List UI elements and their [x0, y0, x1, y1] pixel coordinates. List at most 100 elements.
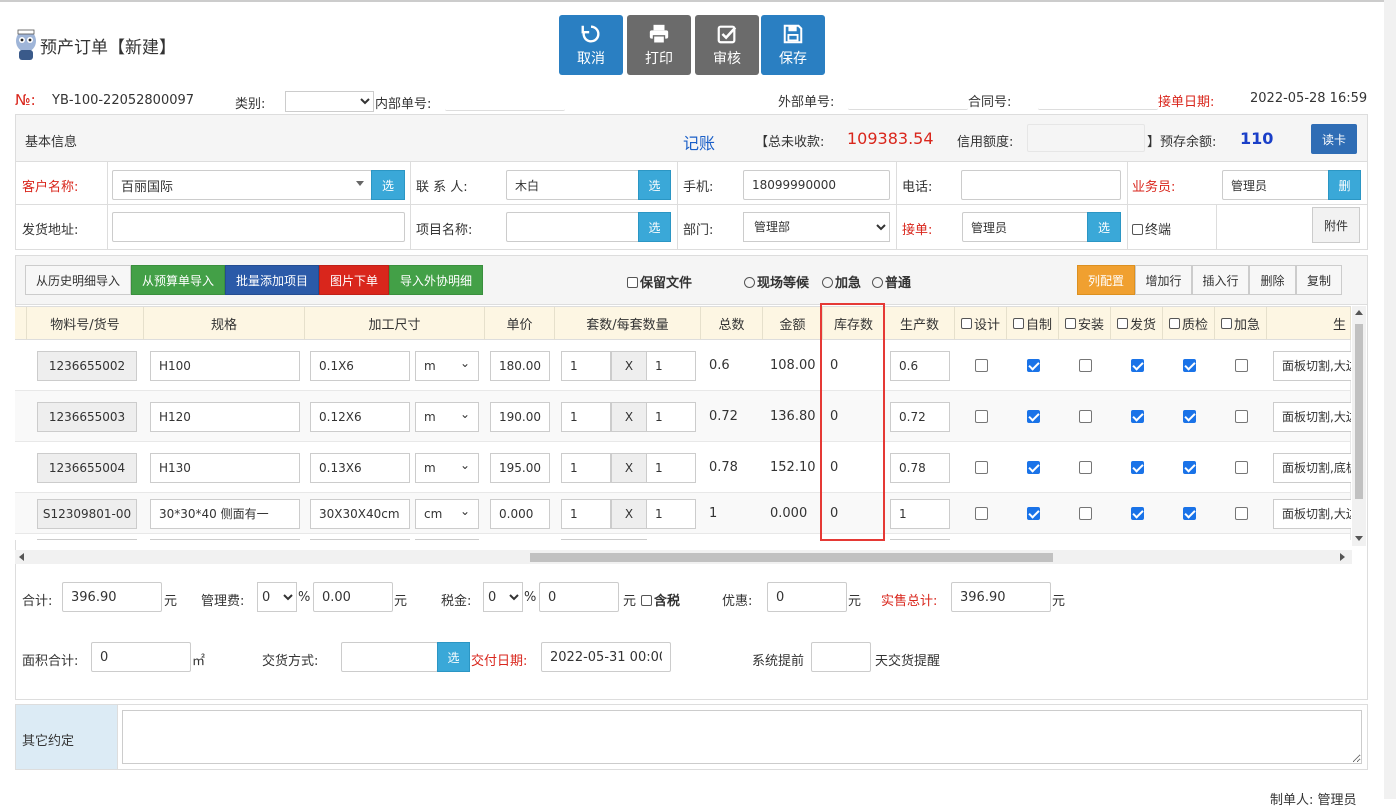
production-input[interactable]: 0.78	[890, 452, 950, 483]
qc-checkbox[interactable]	[1183, 460, 1196, 474]
size-input[interactable]: 0.1X6	[310, 350, 410, 381]
other-agreement-textarea[interactable]	[122, 710, 1362, 764]
urgent-checkbox[interactable]	[1235, 460, 1248, 474]
receiver-select-button[interactable]: 选	[1087, 212, 1121, 242]
contact-input[interactable]	[506, 170, 640, 200]
size-input[interactable]	[310, 539, 410, 540]
unit-select[interactable]: cm ⌄	[415, 498, 479, 529]
col-design[interactable]: 设计	[955, 307, 1007, 340]
urgent-checkbox[interactable]	[1235, 409, 1248, 423]
urgent-checkbox[interactable]	[1235, 506, 1248, 520]
salesman-input[interactable]	[1222, 170, 1330, 200]
remind-days-input[interactable]	[811, 642, 871, 672]
price-input[interactable]: 190.00	[490, 401, 550, 432]
salesman-delete-button[interactable]: 删	[1328, 170, 1361, 200]
unit-select[interactable]	[415, 539, 479, 540]
project-select-button[interactable]: 选	[638, 212, 671, 242]
keep-file-checkbox[interactable]: 保留文件	[627, 272, 692, 291]
ship-checkbox[interactable]	[1131, 358, 1144, 372]
delete-row-button[interactable]: 删除	[1249, 265, 1296, 295]
sets-input[interactable]: 1	[561, 350, 611, 381]
per-set-input[interactable]: 1	[646, 498, 696, 529]
install-checkbox[interactable]	[1079, 460, 1092, 474]
urgent-checkbox[interactable]	[1235, 358, 1248, 372]
urgent-radio[interactable]: 加急	[822, 272, 861, 291]
save-button[interactable]: 保存	[761, 15, 825, 75]
spec-input[interactable]: H100	[150, 350, 300, 381]
mgmt-fee-select[interactable]: 0	[257, 582, 297, 612]
design-checkbox[interactable]	[975, 506, 988, 520]
category-select[interactable]	[285, 91, 374, 112]
design-checkbox[interactable]	[975, 409, 988, 423]
dept-select[interactable]: 管理部	[743, 212, 890, 242]
mobile-input[interactable]	[743, 170, 890, 200]
process-input[interactable]: 面板切割,大边	[1273, 401, 1351, 432]
receiver-input[interactable]	[962, 212, 1089, 242]
delivery-date-input[interactable]	[541, 642, 671, 672]
mgmt-fee-input[interactable]	[313, 582, 393, 612]
unit-select[interactable]: m ⌄	[415, 401, 479, 432]
delivery-method-input[interactable]	[341, 642, 438, 672]
insert-row-button[interactable]: 插入行	[1192, 265, 1249, 295]
install-checkbox[interactable]	[1079, 358, 1092, 372]
onsite-wait-radio[interactable]: 现场等候	[744, 272, 809, 291]
price-input[interactable]: 180.00	[490, 350, 550, 381]
ship-checkbox[interactable]	[1131, 409, 1144, 423]
delivery-method-select-button[interactable]: 选	[437, 642, 470, 672]
contract-no-input[interactable]	[1038, 90, 1158, 110]
sets-input[interactable]: 1	[561, 498, 611, 529]
tax-inclusive-checkbox[interactable]: 含税	[641, 590, 680, 609]
col-urgent[interactable]: 加急	[1215, 307, 1267, 340]
page-scrollbar[interactable]	[1384, 0, 1396, 799]
qc-checkbox[interactable]	[1183, 409, 1196, 423]
contact-select-button[interactable]: 选	[638, 170, 671, 200]
audit-button[interactable]: 审核	[695, 15, 759, 75]
sets-input[interactable]: 1	[561, 401, 611, 432]
sets-input[interactable]: 1	[561, 452, 611, 483]
spec-input[interactable]: H130	[150, 452, 300, 483]
column-config-button[interactable]: 列配置	[1077, 265, 1135, 295]
col-qc[interactable]: 质检	[1163, 307, 1215, 340]
tax-select[interactable]: 0	[483, 582, 523, 612]
spec-input[interactable]	[150, 539, 300, 540]
budget-import-button[interactable]: 从预算单导入	[131, 265, 225, 295]
copy-row-button[interactable]: 复制	[1296, 265, 1342, 295]
production-input[interactable]: 0.72	[890, 401, 950, 432]
add-row-button[interactable]: 增加行	[1135, 265, 1192, 295]
process-input[interactable]: 面板切割,大边	[1273, 350, 1351, 381]
selfmade-checkbox[interactable]	[1027, 358, 1040, 372]
customer-select-button[interactable]: 选	[371, 170, 405, 200]
horizontal-scrollbar[interactable]	[15, 550, 1352, 564]
install-checkbox[interactable]	[1079, 409, 1092, 423]
tax-input[interactable]	[539, 582, 619, 612]
print-button[interactable]: 打印	[627, 15, 691, 75]
address-input[interactable]	[112, 212, 405, 242]
per-set-input[interactable]: 1	[646, 452, 696, 483]
col-install[interactable]: 安装	[1059, 307, 1111, 340]
price-input[interactable]: 195.00	[490, 452, 550, 483]
selfmade-checkbox[interactable]	[1027, 506, 1040, 520]
qc-checkbox[interactable]	[1183, 506, 1196, 520]
size-input[interactable]: 0.12X6	[310, 401, 410, 432]
col-ship[interactable]: 发货	[1111, 307, 1163, 340]
discount-input[interactable]	[767, 582, 847, 612]
production-input[interactable]	[890, 539, 950, 540]
terminal-checkbox[interactable]: 终端	[1132, 219, 1171, 238]
internal-no-input[interactable]	[445, 91, 565, 111]
spec-input[interactable]: H120	[150, 401, 300, 432]
ship-checkbox[interactable]	[1131, 506, 1144, 520]
cancel-button[interactable]: 取消	[559, 15, 623, 75]
ship-checkbox[interactable]	[1131, 460, 1144, 474]
outsource-import-button[interactable]: 导入外协明细	[389, 265, 483, 295]
size-input[interactable]: 0.13X6	[310, 452, 410, 483]
batch-add-button[interactable]: 批量添加项目	[225, 265, 319, 295]
credit-input[interactable]	[1027, 124, 1145, 152]
area-total-input[interactable]	[91, 642, 191, 672]
size-input[interactable]: 30X30X40cm	[310, 498, 410, 529]
spec-input[interactable]: 30*30*40 侧面有一	[150, 498, 300, 529]
install-checkbox[interactable]	[1079, 506, 1092, 520]
production-input[interactable]: 0.6	[890, 350, 950, 381]
customer-input[interactable]	[112, 170, 372, 200]
normal-radio[interactable]: 普通	[872, 272, 911, 291]
total-input[interactable]	[62, 582, 162, 612]
